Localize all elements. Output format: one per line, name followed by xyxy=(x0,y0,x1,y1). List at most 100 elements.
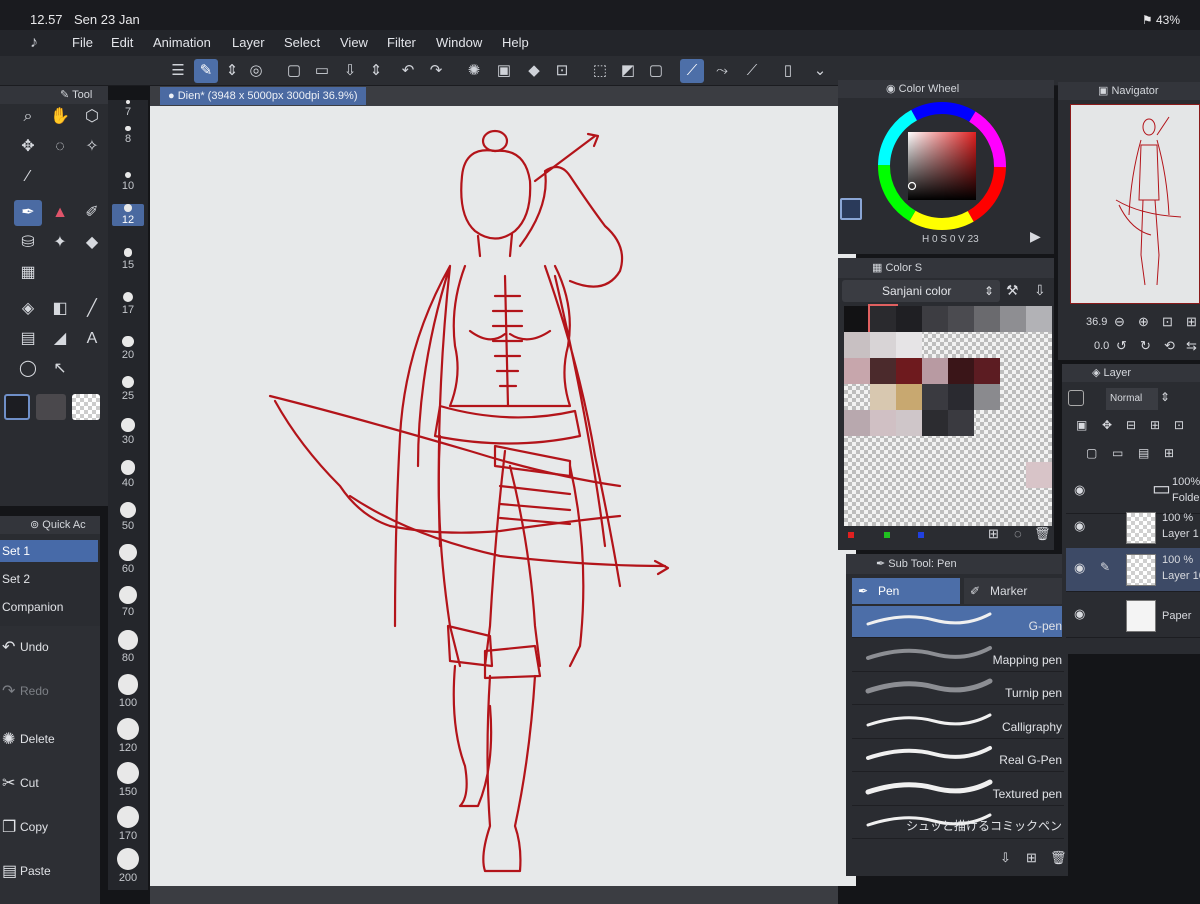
color-swatch[interactable] xyxy=(922,306,948,332)
navigator-preview[interactable] xyxy=(1070,104,1200,304)
main-color-swatch[interactable] xyxy=(4,394,30,420)
delete-button[interactable]: ✺ Delete xyxy=(0,718,96,758)
app-logo-icon[interactable]: ♪ xyxy=(30,34,38,52)
wheel-main-color[interactable] xyxy=(840,198,862,220)
new-vector-icon[interactable]: ▤ xyxy=(1138,446,1149,460)
canvas-tab[interactable]: ● Dien* (3948 x 5000px 300dpi 36.9%) xyxy=(160,87,366,105)
brush-size-20[interactable]: 20 xyxy=(112,336,144,361)
color-swatch[interactable] xyxy=(922,410,948,436)
new-layer-icon[interactable]: ▢ xyxy=(1086,446,1097,460)
eye-icon[interactable]: ◉ xyxy=(1074,518,1085,534)
airbrush-icon[interactable]: ⛁ xyxy=(14,230,42,256)
brush-size-25[interactable]: 25 xyxy=(112,376,144,402)
import-icon[interactable]: ⇩ xyxy=(1034,282,1046,299)
edit-mode-icon[interactable]: ✎ xyxy=(194,59,218,83)
menu-layer[interactable]: Layer xyxy=(232,35,265,50)
decoration-icon[interactable]: ✦ xyxy=(46,230,74,256)
cut-button[interactable]: ✂ Cut xyxy=(0,762,96,802)
operation-icon[interactable]: ⬡ xyxy=(78,104,106,130)
color-swatch[interactable] xyxy=(974,306,1000,332)
fill-drop-icon[interactable]: ◌ xyxy=(1014,526,1022,541)
color-swatch[interactable] xyxy=(896,358,922,384)
color-swatch[interactable] xyxy=(1026,306,1052,332)
color-swatch[interactable] xyxy=(896,332,922,358)
menu-file[interactable]: File xyxy=(72,35,93,50)
color-swatch[interactable] xyxy=(868,304,898,334)
brush-size-80[interactable]: 80 xyxy=(112,630,144,664)
menu-filter[interactable]: Filter xyxy=(387,35,416,50)
brush-size-40[interactable]: 40 xyxy=(112,460,144,489)
duplicate-icon[interactable]: ⊞ xyxy=(1026,850,1037,866)
layer-mask-icon[interactable] xyxy=(1068,390,1084,406)
lasso-icon[interactable]: ◌ xyxy=(46,134,74,160)
hand-icon[interactable]: ✋ xyxy=(46,104,74,130)
brush-size-70[interactable]: 70 xyxy=(112,586,144,618)
layer-tool-icon-2[interactable]: ✥ xyxy=(1102,418,1112,432)
layer-tool-icon-4[interactable]: ⊞ xyxy=(1150,418,1160,432)
select-all-icon[interactable]: ⬚ xyxy=(588,59,612,83)
chevron-updown-icon[interactable]: ⇕ xyxy=(364,59,388,83)
color-swatch[interactable] xyxy=(974,384,1000,410)
sub-tool-item-3[interactable]: Calligraphy xyxy=(852,707,1064,739)
color-swatch[interactable] xyxy=(870,384,896,410)
brush-size-50[interactable]: 50 xyxy=(112,502,144,532)
snap-ruler-icon[interactable]: ⟋ xyxy=(680,59,704,83)
color-swatch[interactable] xyxy=(896,410,922,436)
tab-marker[interactable]: ✐ Marker xyxy=(964,578,1062,604)
sub-color-swatch[interactable] xyxy=(36,394,66,420)
menu-view[interactable]: View xyxy=(340,35,368,50)
brush-size-100[interactable]: 100 xyxy=(112,674,144,709)
snap-grid-icon[interactable]: ⟋ xyxy=(740,59,764,83)
brush-size-12[interactable]: 12 xyxy=(112,204,144,226)
rotate-icon[interactable]: ◎ xyxy=(244,59,268,83)
open-folder-icon[interactable]: ▭ xyxy=(310,59,334,83)
color-swatch[interactable] xyxy=(1000,306,1026,332)
new-folder-icon[interactable]: ▭ xyxy=(1112,446,1123,460)
brush-size-120[interactable]: 120 xyxy=(112,718,144,754)
layer-row[interactable]: ◉ 100 % Layer 1 xyxy=(1066,506,1200,550)
eraser-icon[interactable]: ◆ xyxy=(78,230,106,256)
new-file-icon[interactable]: ▢ xyxy=(282,59,306,83)
loading-icon[interactable]: ✺ xyxy=(462,59,486,83)
brush-size-7[interactable]: 7 xyxy=(112,100,144,118)
add-color-icon[interactable]: ⊞ xyxy=(988,526,999,542)
brush-size-170[interactable]: 170 xyxy=(112,806,144,842)
device-icon[interactable]: ▯ xyxy=(776,59,800,83)
pencil-tool-icon[interactable]: ▲ xyxy=(46,200,74,226)
quick-access-set-2[interactable]: Set 2 xyxy=(0,568,98,590)
fill-icon[interactable]: ◈ xyxy=(14,296,42,322)
trash-icon[interactable]: 🗑 xyxy=(1050,850,1067,866)
paste-button[interactable]: ▤ Paste xyxy=(0,850,96,890)
drawing-canvas[interactable] xyxy=(150,106,856,886)
color-set-dropdown[interactable]: Sanjani color ⇕ xyxy=(842,280,1000,302)
import-icon[interactable]: ⇩ xyxy=(1000,850,1011,866)
hue-ring[interactable] xyxy=(876,100,1008,232)
brush-size-30[interactable]: 30 xyxy=(112,418,144,446)
color-swatch[interactable] xyxy=(948,358,974,384)
quick-access-companion[interactable]: Companion xyxy=(0,596,98,618)
color-swatch[interactable] xyxy=(948,306,974,332)
eyedropper-icon[interactable]: ⁄ xyxy=(14,164,42,190)
zoom-out-icon[interactable]: ⊖ xyxy=(1114,314,1125,330)
brush-size-10[interactable]: 10 xyxy=(112,172,144,192)
clear-icon[interactable]: ▣ xyxy=(492,59,516,83)
menu-window[interactable]: Window xyxy=(436,35,482,50)
eye-icon[interactable]: ◉ xyxy=(1074,482,1085,498)
brush-size-150[interactable]: 150 xyxy=(112,762,144,798)
color-swatch[interactable] xyxy=(896,306,922,332)
undo-button[interactable]: ↶ Undo xyxy=(0,626,96,666)
transparent-color-swatch[interactable] xyxy=(72,394,100,420)
color-swatch[interactable] xyxy=(844,332,870,358)
rotate-left-icon[interactable]: ↺ xyxy=(1116,338,1127,354)
eye-icon[interactable]: ◉ xyxy=(1074,606,1085,622)
rotate-right-icon[interactable]: ↻ xyxy=(1140,338,1151,354)
layer-row[interactable]: ◉ Paper xyxy=(1066,594,1200,638)
blend-mode-select[interactable]: Normal xyxy=(1106,388,1158,410)
color-swatch[interactable] xyxy=(870,358,896,384)
fill-icon[interactable]: ◆ xyxy=(522,59,546,83)
balloon-icon[interactable]: ◯ xyxy=(14,356,42,382)
trash-icon[interactable]: 🗑 xyxy=(1034,526,1051,542)
fit-icon[interactable]: ⊡ xyxy=(1162,314,1173,330)
layer-tool-icon-5[interactable]: ⊡ xyxy=(1174,418,1184,432)
play-icon[interactable]: ▶ xyxy=(1030,228,1041,245)
